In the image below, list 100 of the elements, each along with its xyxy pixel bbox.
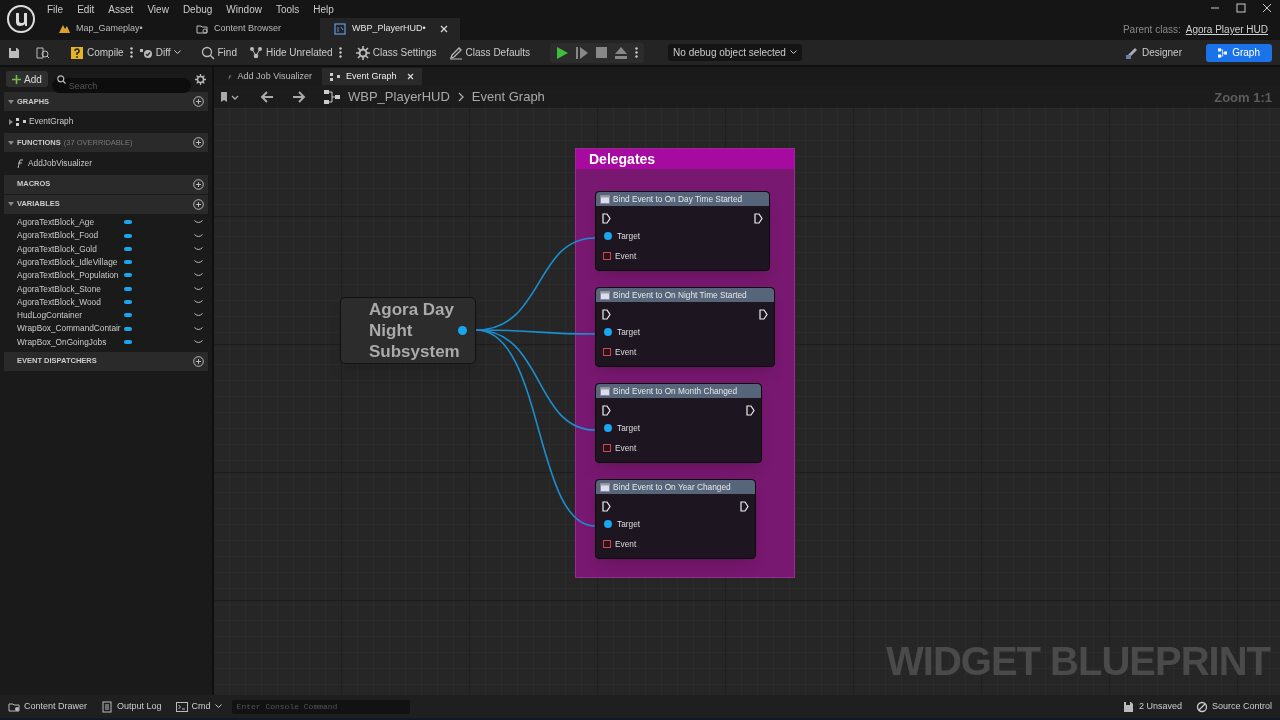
tree-item[interactable]: AgoraTextBlock_Age: [9, 216, 121, 229]
forward-arrow-icon[interactable]: [292, 90, 306, 103]
breadcrumb-link[interactable]: WBP_PlayerHUD: [348, 86, 450, 107]
status-bar-button[interactable]: Content Drawer: [8, 699, 88, 714]
mode-tab[interactable]: Graph: [1206, 43, 1272, 62]
search-field[interactable]: Search: [51, 78, 191, 93]
add-circle-icon[interactable]: [193, 178, 204, 190]
menu-item[interactable]: File: [40, 0, 71, 14]
target-pin[interactable]: [604, 328, 612, 336]
menu-item[interactable]: Asset: [101, 0, 141, 14]
engine-logo-icon[interactable]: [6, 4, 36, 34]
editor-tab[interactable]: Event Graph: [322, 68, 422, 85]
status-bar-button[interactable]: Source Control: [1195, 699, 1272, 714]
tree-item[interactable]: AddJobVisualizer: [28, 156, 92, 170]
target-pin[interactable]: [604, 424, 612, 432]
tree-item[interactable]: AgoraTextBlock_Gold: [9, 242, 121, 256]
status-bar-button[interactable]: 2 Unsaved: [1122, 699, 1182, 714]
toolbar-button[interactable]: Compile: [64, 42, 130, 63]
step-icon[interactable]: [576, 46, 589, 59]
graph-icon: [1218, 46, 1228, 59]
eject-icon[interactable]: [615, 46, 628, 59]
stop-icon[interactable]: [596, 47, 608, 58]
event-pin[interactable]: [603, 540, 611, 548]
play-icon[interactable]: [556, 46, 569, 59]
settings-icon[interactable]: [195, 73, 206, 85]
debug-object-dropdown[interactable]: No debug object selected: [668, 44, 802, 61]
tree-item[interactable]: EventGraph: [29, 115, 74, 128]
add-circle-icon[interactable]: [193, 96, 204, 107]
toolbar-button[interactable]: Find: [194, 42, 243, 63]
tree-item[interactable]: AgoraTextBlock_Wood: [9, 295, 121, 309]
exec-in-pin-icon[interactable]: [602, 500, 611, 512]
add-circle-icon[interactable]: [193, 355, 204, 367]
editor-tab[interactable]: Add Job Visualizer: [220, 68, 320, 85]
comment-title[interactable]: Delegates: [576, 149, 794, 169]
tree-item[interactable]: AgoraTextBlock_Food: [9, 229, 121, 242]
graph-icon: [330, 72, 340, 81]
pin-label: Target: [617, 517, 641, 531]
parent-class-link[interactable]: Agora Player HUD: [1185, 22, 1268, 37]
exec-in-pin-icon[interactable]: [602, 404, 611, 416]
comment-box[interactable]: Delegates Bind Event to On Day Time Started Target Event Bind Event to On Night Time Started Target Event Bind Event to On Month Changed Target Event Bind Event to On Year Changed Target Event: [575, 148, 795, 578]
add-button[interactable]: Add: [6, 71, 48, 87]
node-function-icon: [600, 386, 610, 396]
console-type-dropdown[interactable]: Cmd: [175, 699, 222, 714]
menu-item[interactable]: Edit: [70, 0, 102, 14]
bind-event-node[interactable]: Bind Event to On Day Time Started Target Event: [595, 191, 770, 271]
more-options-icon[interactable]: [129, 47, 133, 58]
tree-item[interactable]: WrapBox_OnGoingJobs: [9, 335, 121, 349]
output-pin[interactable]: [458, 326, 467, 335]
event-pin[interactable]: [603, 252, 611, 260]
tree-item[interactable]: AgoraTextBlock_Stone: [9, 282, 121, 295]
document-tab[interactable]: Content Browser: [182, 18, 320, 40]
toolbar-button[interactable]: Class Settings: [349, 42, 443, 63]
document-tab[interactable]: Map_Gameplay•: [44, 18, 182, 40]
variable-node[interactable]: Agora Day Night Subsystem: [340, 297, 476, 364]
back-arrow-icon[interactable]: [260, 90, 274, 103]
toolbar-button[interactable]: Diff: [132, 42, 187, 63]
menu-item[interactable]: Tools: [268, 0, 307, 14]
tree-item[interactable]: AgoraTextBlock_Population: [9, 269, 121, 282]
brush-icon: [1124, 46, 1137, 59]
menu-item[interactable]: View: [140, 0, 176, 14]
close-icon[interactable]: [440, 25, 448, 33]
compile-icon: [70, 45, 84, 60]
menu-item[interactable]: Debug: [175, 0, 220, 14]
mode-tab[interactable]: Designer: [1112, 43, 1194, 62]
exec-in-pin-icon[interactable]: [602, 308, 611, 320]
bind-event-node[interactable]: Bind Event to On Year Changed Target Event: [595, 479, 756, 559]
target-pin[interactable]: [604, 520, 612, 528]
exec-out-pin-icon[interactable]: [759, 308, 768, 320]
menu-item[interactable]: Window: [219, 0, 269, 14]
toolbar-button[interactable]: Class Defaults: [442, 42, 537, 63]
more-options-icon[interactable]: [338, 47, 342, 58]
status-bar-button[interactable]: Output Log: [101, 699, 162, 714]
bookmark-icon[interactable]: [220, 90, 240, 103]
exec-in-pin-icon[interactable]: [602, 212, 611, 224]
bind-event-node[interactable]: Bind Event to On Night Time Started Target Event: [595, 287, 775, 367]
browse-icon[interactable]: [36, 46, 50, 59]
node-graph-icon: [248, 45, 263, 60]
pencil-icon: [448, 45, 463, 60]
document-tab[interactable]: WBP_PlayerHUD•: [320, 18, 460, 40]
target-pin[interactable]: [604, 232, 612, 240]
close-icon[interactable]: [407, 73, 414, 80]
toolbar-button[interactable]: Hide Unrelated: [242, 42, 339, 63]
menu-item[interactable]: Help: [306, 0, 341, 14]
exec-out-pin-icon[interactable]: [754, 212, 763, 224]
exec-out-pin-icon[interactable]: [746, 404, 755, 416]
tree-item[interactable]: AgoraTextBlock_IdleVillage: [9, 255, 121, 269]
event-pin[interactable]: [603, 348, 611, 356]
folder-search-icon: [8, 700, 20, 713]
tree-item[interactable]: HudLogContainer: [9, 309, 121, 322]
save-icon[interactable]: [8, 46, 20, 59]
close-icon[interactable]: [1262, 3, 1272, 13]
maximize-icon[interactable]: [1236, 3, 1246, 13]
exec-out-pin-icon[interactable]: [740, 500, 749, 512]
add-circle-icon[interactable]: [193, 198, 204, 210]
add-circle-icon[interactable]: [193, 137, 204, 149]
tree-item[interactable]: WrapBox_CommandContair: [9, 322, 121, 335]
event-pin[interactable]: [603, 444, 611, 452]
more-options-icon[interactable]: [635, 47, 639, 58]
level-icon: [58, 23, 70, 35]
bind-event-node[interactable]: Bind Event to On Month Changed Target Event: [595, 383, 762, 463]
